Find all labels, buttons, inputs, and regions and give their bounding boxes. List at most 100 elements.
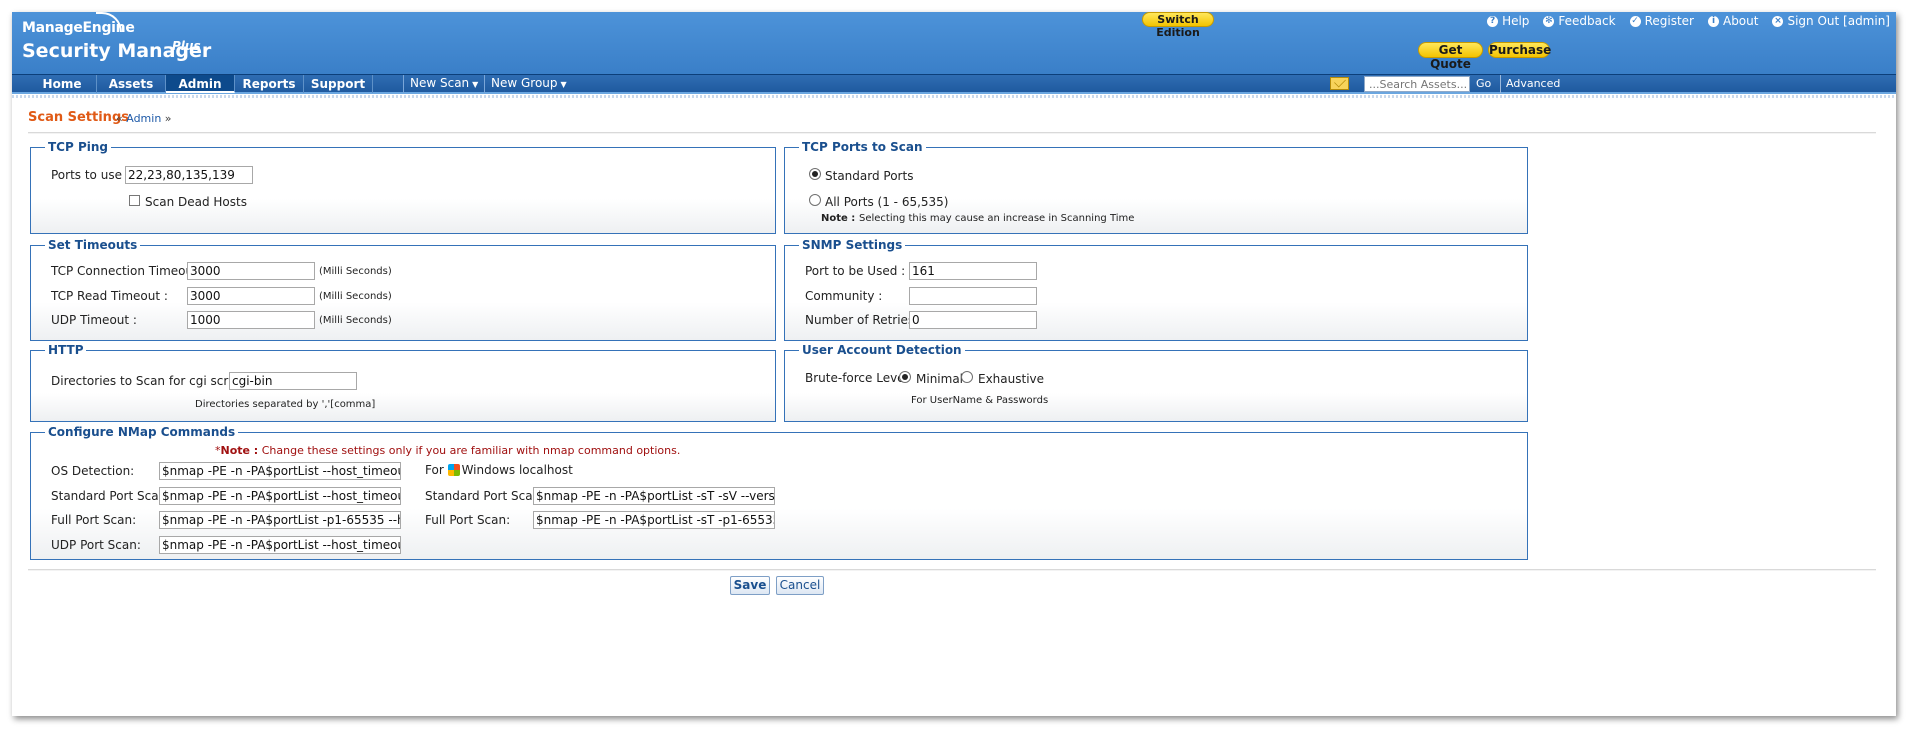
tcp-read-timeout-unit: (Milli Seconds) [319,291,392,302]
ports-input[interactable]: 22,23,80,135,139 [125,166,253,184]
win-full-port-scan-input[interactable]: $nmap -PE -n -PA$portList -sT -p1-65535 … [533,511,775,529]
snmp-port-label: Port to be Used : [805,264,906,278]
user-account-legend: User Account Detection [799,342,965,358]
tcp-ports-legend: TCP Ports to Scan [799,139,926,155]
timeouts-section: Set Timeouts TCP Connection Timeout : 30… [30,237,776,341]
chevron-down-icon: ▼ [472,80,479,89]
snmp-retries-label: Number of Retries : [805,313,923,327]
timeouts-legend: Set Timeouts [45,237,141,253]
snmp-section: SNMP Settings Port to be Used : 161 Comm… [784,237,1528,341]
scan-dead-hosts-checkbox[interactable] [129,195,140,206]
http-legend: HTTP [45,342,87,358]
go-button[interactable]: Go [1476,75,1491,93]
tab-admin[interactable]: Admin [166,75,235,93]
register-icon: ✓ [1629,15,1641,27]
tab-reports[interactable]: Reports [235,75,304,93]
win-full-port-scan-label: Full Port Scan: [425,513,511,527]
nmap-note-text: Change these settings only if you are fa… [261,444,681,457]
snmp-port-input[interactable]: 161 [909,262,1037,280]
standard-ports-label: Standard Ports [825,169,914,183]
search-assets-input[interactable] [1364,76,1470,92]
breadcrumb-admin-link[interactable]: Admin [126,112,161,125]
nmap-section: Configure NMap Commands *Note : Change t… [30,424,1528,560]
udp-timeout-unit: (Milli Seconds) [319,315,392,326]
full-port-scan-input[interactable]: $nmap -PE -n -PA$portList -p1-65535 --ho… [159,511,401,529]
udp-timeout-input[interactable]: 1000 [187,311,315,329]
windows-for-label: For [425,463,444,477]
snmp-community-label: Community : [805,289,883,303]
brute-force-label: Brute-force Level [805,371,908,385]
snmp-community-input[interactable] [909,287,1037,305]
signout-label: Sign Out [admin] [1787,14,1890,28]
new-scan-menu[interactable]: New Scan ▼ [403,75,484,93]
main-nav: Home Assets Admin Reports Support New Sc… [12,74,1896,94]
tcp-ping-section: TCP Ping Ports to use : 22,23,80,135,139… [30,139,776,234]
advanced-search-link[interactable]: Advanced [1500,75,1560,93]
http-section: HTTP Directories to Scan for cgi scripts… [30,342,776,422]
new-group-label: New Group [491,76,558,90]
udp-timeout-label: UDP Timeout : [51,313,137,327]
standard-port-scan-input[interactable]: $nmap -PE -n -PA$portList --host_timeout… [159,487,401,505]
breadcrumb: « Admin » [116,112,172,125]
help-link[interactable]: ? Help [1487,14,1529,28]
tab-home[interactable]: Home [28,75,97,93]
tcp-connection-timeout-unit: (Milli Seconds) [319,266,392,277]
windows-logo-icon [447,464,460,476]
switch-edition-button[interactable]: Switch Edition [1142,12,1214,39]
exhaustive-label: Exhaustive [978,372,1045,386]
feedback-link[interactable]: ✻ Feedback [1543,14,1616,28]
ports-label: Ports to use : [51,168,130,182]
tcp-connection-timeout-label: TCP Connection Timeout : [51,264,206,278]
win-standard-port-scan-input[interactable]: $nmap -PE -n -PA$portList -sT -sV --vers… [533,487,775,505]
divider [28,569,1876,571]
os-detection-input[interactable]: $nmap -PE -n -PA$portList --host_timeout… [159,462,401,480]
logo-arc-icon [96,12,122,32]
standard-ports-radio[interactable] [809,168,821,180]
get-quote-button[interactable]: Get Quote [1418,42,1483,71]
signout-link[interactable]: × Sign Out [admin] [1772,14,1890,28]
all-ports-label: All Ports (1 - 65,535) [825,195,949,209]
ports-note-text: Selecting this may cause an increase in … [859,213,1135,224]
tcp-read-timeout-input[interactable]: 3000 [187,287,315,305]
chevron-down-icon: ▼ [560,80,567,89]
nmap-note-label: Note : [220,444,259,457]
udp-port-scan-label: UDP Port Scan: [51,538,141,552]
save-button[interactable]: Save [730,576,770,595]
header: ManageEngine Security Manager Plus Switc… [12,12,1896,74]
purchase-button[interactable]: Purchase [1488,42,1551,58]
full-port-scan-label: Full Port Scan: [51,513,137,527]
cgi-dirs-input[interactable]: cgi-bin [229,372,357,390]
register-link[interactable]: ✓ Register [1629,14,1694,28]
minimal-radio[interactable] [899,371,911,383]
register-label: Register [1644,14,1694,28]
all-ports-radio[interactable] [809,194,821,206]
tcp-read-timeout-label: TCP Read Timeout : [51,289,168,303]
cgi-dirs-hint: Directories separated by ','[comma] [195,399,376,410]
brute-force-hint: For UserName & Passwords [911,395,1049,406]
cancel-button[interactable]: Cancel [776,576,824,595]
nmap-legend: Configure NMap Commands [45,424,239,440]
udp-port-scan-input[interactable]: $nmap -PE -n -PA$portList --host_timeout… [159,536,401,554]
tcp-ping-legend: TCP Ping [45,139,112,155]
minimal-label: Minimal [916,372,964,386]
windows-localhost-heading: For Windows localhost [425,463,573,477]
os-detection-label: OS Detection: [51,464,135,478]
exhaustive-radio[interactable] [961,371,973,383]
about-link[interactable]: i About [1707,14,1758,28]
windows-localhost-label: Windows localhost [461,463,573,477]
page-title: Scan Settings [28,110,129,125]
new-group-menu[interactable]: New Group ▼ [484,75,573,93]
mail-icon[interactable] [1330,77,1349,90]
tab-assets[interactable]: Assets [97,75,166,93]
tcp-connection-timeout-input[interactable]: 3000 [187,262,315,280]
top-links: ? Help ✻ Feedback ✓ Register i About × Sign O… [1487,14,1890,28]
user-account-section: User Account Detection Brute-force Level… [784,342,1528,422]
new-scan-label: New Scan [410,76,470,90]
tcp-ports-section: TCP Ports to Scan Standard Ports All Por… [784,139,1528,234]
snmp-retries-input[interactable]: 0 [909,311,1037,329]
nmap-note: *Note : Change these settings only if yo… [215,444,680,457]
product-edition: Plus [172,39,201,53]
help-label: Help [1502,14,1530,28]
tab-support[interactable]: Support [304,75,373,93]
help-icon: ? [1487,15,1499,27]
